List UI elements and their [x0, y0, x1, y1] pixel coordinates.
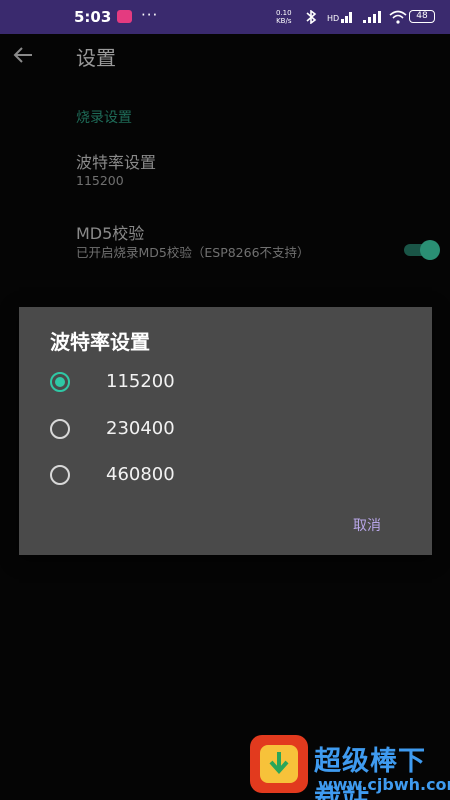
option-label: 230400 — [106, 418, 175, 439]
md5-check-title[interactable]: MD5校验 — [76, 220, 144, 244]
status-icons: HD — [304, 10, 407, 24]
screen: 5:03 ··· 0.10 KB/s HD 48 设置 烧录设置 波特率设置 1… — [0, 0, 450, 800]
radio-button-checked[interactable] — [50, 372, 70, 392]
back-arrow-icon[interactable] — [10, 42, 36, 68]
watermark-logo-icon — [250, 735, 308, 793]
section-header-flash-settings: 烧录设置 — [76, 110, 132, 126]
baud-rate-dialog: 波特率设置 115200 230400 460800 取消 — [19, 307, 432, 555]
page-title: 设置 — [76, 46, 116, 70]
baud-option-230400[interactable]: 230400 — [19, 408, 432, 452]
option-label: 460800 — [106, 464, 175, 485]
watermark-url: www.cjbwh.com — [318, 775, 450, 794]
battery-icon: 48 — [409, 10, 435, 23]
status-bar: 5:03 ··· 0.10 KB/s HD 48 — [0, 0, 450, 34]
baud-rate-setting-summary: 115200 — [76, 173, 124, 188]
md5-check-toggle[interactable] — [402, 240, 440, 260]
wifi-icon — [389, 10, 407, 24]
signal-icon — [363, 11, 381, 23]
md5-check-summary: 已开启烧录MD5校验（ESP8266不支持） — [76, 245, 310, 260]
bluetooth-icon — [306, 10, 317, 24]
baud-option-460800[interactable]: 460800 — [19, 454, 432, 498]
network-speed: 0.10 KB/s — [276, 9, 292, 25]
notification-app-icon — [117, 10, 132, 23]
status-time: 5:03 — [74, 8, 112, 26]
cancel-button[interactable]: 取消 — [353, 515, 381, 535]
network-speed-value: 0.10 — [276, 9, 292, 17]
option-label: 115200 — [106, 371, 175, 392]
network-speed-unit: KB/s — [276, 17, 292, 25]
radio-button[interactable] — [50, 419, 70, 439]
dialog-title: 波特率设置 — [50, 330, 150, 354]
baud-rate-setting-title[interactable]: 波特率设置 — [76, 149, 156, 173]
svg-text:HD: HD — [327, 14, 339, 23]
more-notifications-icon: ··· — [141, 6, 159, 24]
watermark: 超级棒下载站 www.cjbwh.com — [248, 735, 450, 800]
download-arrow-icon — [269, 752, 289, 775]
signal-hd-icon: HD — [327, 12, 352, 23]
baud-option-115200[interactable]: 115200 — [19, 361, 432, 405]
radio-button[interactable] — [50, 465, 70, 485]
toggle-thumb — [420, 240, 440, 260]
